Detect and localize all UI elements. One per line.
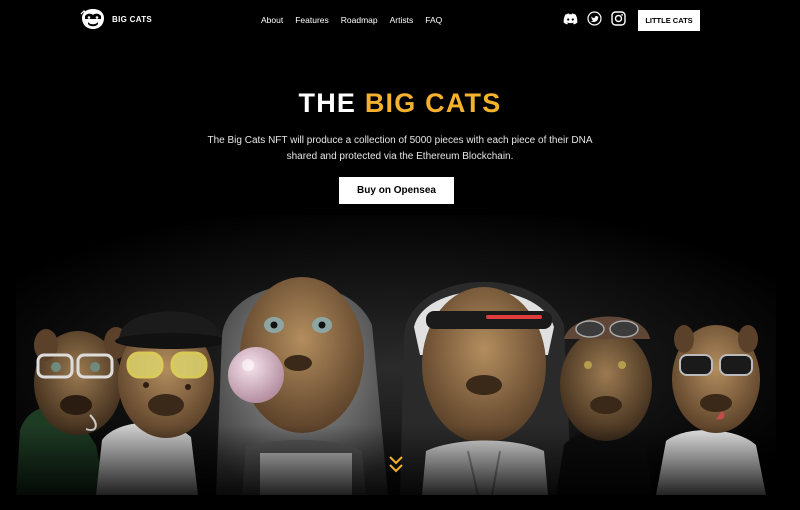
brand-name: BIG CATS: [112, 14, 153, 24]
twitter-icon[interactable]: [587, 11, 602, 26]
nav-item-roadmap[interactable]: Roadmap: [341, 15, 378, 25]
nav-item-artists[interactable]: Artists: [390, 15, 414, 25]
nav-item-faq[interactable]: FAQ: [425, 15, 442, 25]
main-nav: About Features Roadmap Artists FAQ: [261, 15, 454, 25]
nav-item-about[interactable]: About: [261, 15, 283, 25]
gorilla-head-icon: [80, 9, 104, 29]
big-cats-hero-image: [16, 215, 776, 495]
hero-title-accent: BIG CATS: [364, 88, 502, 118]
discord-icon[interactable]: [563, 11, 578, 26]
instagram-icon[interactable]: [611, 11, 626, 26]
little-cats-button[interactable]: LITTLE CATS: [638, 10, 700, 31]
hero-description: The Big Cats NFT will produce a collecti…: [207, 135, 593, 162]
hero-title: THE BIG CATS: [0, 88, 800, 119]
social-links: [563, 11, 626, 26]
nav-item-features[interactable]: Features: [295, 15, 329, 25]
hero-title-main: THE: [298, 88, 357, 118]
brand-logo[interactable]: BIG CATS: [80, 8, 152, 30]
double-chevron-down-icon[interactable]: [388, 454, 404, 476]
site-header: BIG CATS About Features Roadmap Artists …: [0, 0, 800, 40]
buy-on-opensea-button[interactable]: Buy on Opensea: [339, 177, 454, 204]
